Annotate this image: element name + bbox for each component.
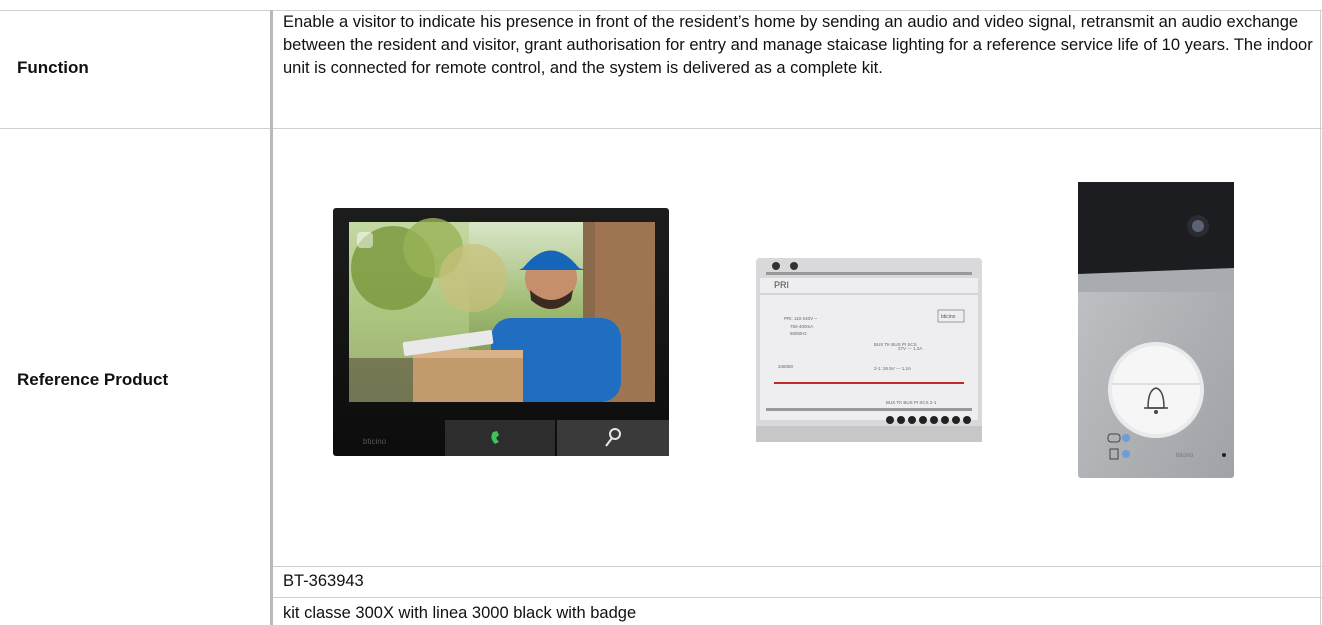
psu-terminals: BUS TK BUS PI SCS 2-1 — [886, 400, 937, 405]
column-divider — [270, 10, 273, 625]
psu-model: 346050 — [778, 364, 794, 369]
psu-brand: bticino — [941, 314, 956, 320]
reference-product-label: Reference Product — [17, 370, 169, 389]
row-divider — [0, 128, 1322, 129]
right-border — [1320, 10, 1321, 625]
function-label: Function — [17, 58, 89, 77]
indoor-monitor-image: bticino — [333, 208, 669, 456]
psu-out-bus: 27V --- 1.2A — [898, 346, 922, 351]
sku-divider — [272, 566, 1322, 567]
door-panel-image: bticino — [1078, 182, 1234, 478]
power-supply-image: PRI PRI: 110-240V ~ 750-400mA 50/60Hz BU… — [756, 258, 982, 442]
function-description: Enable a visitor to indicate his presenc… — [283, 13, 1313, 77]
psu-freq: 50/60Hz — [790, 331, 808, 336]
psu-top-label: PRI — [774, 280, 789, 290]
psu-aux: 2-1: 26.5V --- 1.2A — [874, 366, 911, 371]
psu-rating: PRI: 110-240V ~ — [784, 316, 817, 321]
product-sku: BT-363943 — [283, 572, 364, 590]
monitor-brand-text: bticino — [363, 437, 387, 446]
name-divider — [272, 597, 1322, 598]
product-name: kit classe 300X with linea 3000 black wi… — [283, 604, 637, 622]
door-panel-brand: bticino — [1176, 453, 1194, 459]
psu-current: 750-400mA — [790, 324, 813, 329]
